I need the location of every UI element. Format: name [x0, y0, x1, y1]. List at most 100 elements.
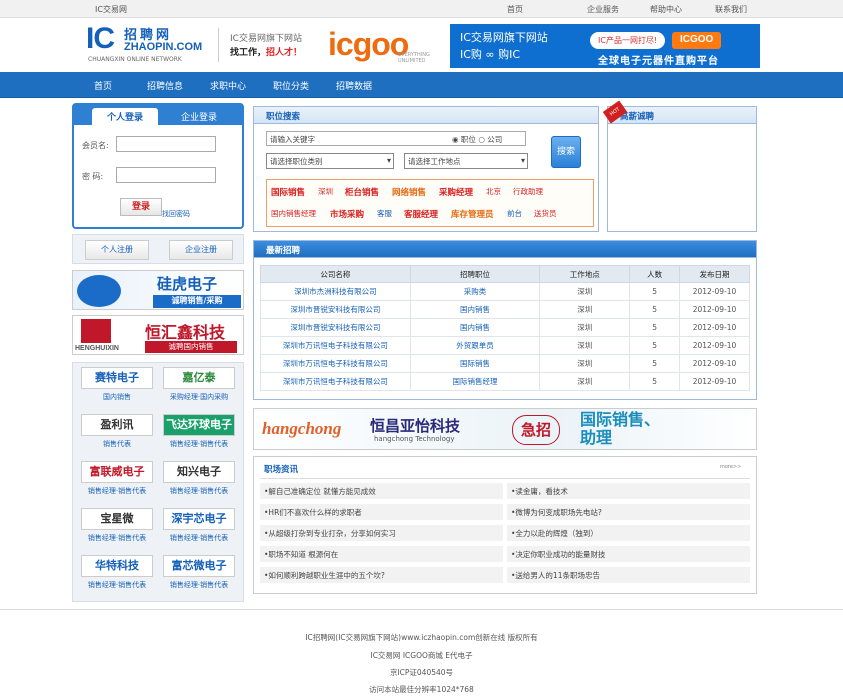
hot-keyword[interactable]: 送货员 — [534, 208, 557, 219]
company-logo-positions[interactable]: 采购经理·国内采购 — [163, 392, 235, 402]
news-item[interactable]: •全力以赴的辉煌（独到） — [507, 525, 750, 541]
personal-register-button[interactable]: 个人注册 — [85, 240, 149, 260]
job-position[interactable]: 国内销售 — [409, 300, 541, 319]
top-link-help[interactable]: 帮助中心 — [650, 4, 682, 15]
nav-data[interactable]: 招聘数据 — [336, 79, 372, 92]
site-home-link[interactable]: IC交易网 — [95, 4, 127, 15]
news-item[interactable]: •读金庸，看技术 — [507, 483, 750, 499]
company-logo-positions[interactable]: 销售经理·销售代表 — [163, 439, 235, 449]
location-select[interactable]: 请选择工作地点 — [404, 153, 528, 169]
radio-company[interactable]: ○ 公司 — [478, 135, 502, 144]
logo-subtitle: CHUANGXIN ONLINE NETWORK — [88, 56, 182, 63]
icgoo-wordmark: icgoo EVERYTHING UNLIMITED — [320, 24, 450, 68]
company-logo-positions[interactable]: 销售经理·销售代表 — [81, 533, 153, 543]
company-logo-positions[interactable]: 销售经理·销售代表 — [81, 580, 153, 590]
company-logo-1[interactable]: 嘉亿泰 采购经理·国内采购 — [163, 367, 235, 407]
company-logo-4[interactable]: 富联威电子 销售经理·销售代表 — [81, 461, 153, 501]
radio-job[interactable]: ◉ 职位 — [452, 135, 476, 144]
news-item[interactable]: •决定你职业成功的能量财技 — [507, 546, 750, 562]
company-logo-positions[interactable]: 销售经理·销售代表 — [163, 486, 235, 496]
hot-keyword[interactable]: 北京 — [486, 186, 501, 197]
nav-home[interactable]: 首页 — [94, 79, 112, 92]
search-type-radio[interactable]: ◉ 职位 ○ 公司 — [452, 134, 502, 145]
company-logo-positions[interactable]: 销售经理·销售代表 — [81, 486, 153, 496]
hot-keyword[interactable]: 客服 — [377, 208, 392, 219]
company-logo-positions[interactable]: 销售代表 — [81, 439, 153, 449]
company-logo-positions[interactable]: 国内销售 — [81, 392, 153, 402]
hot-keyword[interactable]: 市场采购 — [330, 208, 364, 220]
news-divider — [260, 478, 750, 479]
news-item[interactable]: •如何顺利跨越职业生涯中的五个坎? — [260, 567, 503, 583]
job-company[interactable]: 深圳市杰洲科技有限公司 — [260, 282, 411, 301]
username-input[interactable] — [116, 136, 216, 152]
hot-keyword[interactable]: 柜台销售 — [345, 186, 379, 198]
nav-job-center[interactable]: 求职中心 — [210, 79, 246, 92]
login-button[interactable]: 登录 — [120, 198, 162, 216]
top-link-home[interactable]: 首页 — [507, 4, 523, 15]
logo-ic[interactable]: IC — [86, 22, 115, 56]
company-register-button[interactable]: 企业注册 — [169, 240, 233, 260]
hot-keyword[interactable]: 网络销售 — [392, 186, 426, 198]
job-position[interactable]: 采购类 — [409, 282, 541, 301]
hot-keyword[interactable]: 前台 — [507, 208, 522, 219]
search-button[interactable]: 搜索 — [551, 136, 581, 168]
hot-keyword[interactable]: 客服经理 — [404, 208, 438, 220]
job-position[interactable]: 国际销售经理 — [409, 372, 541, 391]
job-company[interactable]: 深圳市万讯恒电子科技有限公司 — [260, 336, 411, 355]
forgot-password-link[interactable]: 找回密码 — [162, 209, 190, 219]
hot-keyword[interactable]: 采购经理 — [439, 186, 473, 198]
company-logo-0[interactable]: 赛特电子 国内销售 — [81, 367, 153, 407]
hangchong-ad[interactable]: hangchong 恒昌亚怡科技 hangchong Technology 急招… — [253, 408, 757, 450]
table-row: 深圳市万讯恒电子科技有限公司 国际销售经理 深圳 5 2012-09-10 — [260, 372, 750, 391]
news-item[interactable]: •职场不知道 根源何在 — [260, 546, 503, 562]
icgoo-wordmark-text: icgoo — [328, 26, 409, 62]
news-more-link[interactable]: more>> — [720, 464, 741, 470]
company-logo-name: 华特科技 — [81, 555, 153, 577]
nav-jobs-info[interactable]: 招聘信息 — [147, 79, 183, 92]
news-item[interactable]: •从超级打杂到专业打杂，分享如何实习 — [260, 525, 503, 541]
hot-keyword[interactable]: 行政助理 — [513, 186, 543, 197]
password-input[interactable] — [116, 167, 216, 183]
job-position[interactable]: 外贸跟单员 — [409, 336, 541, 355]
company-logo-7[interactable]: 深宇芯电子 销售经理·销售代表 — [163, 508, 235, 548]
top-link-services[interactable]: 企业服务 — [587, 4, 619, 15]
company-logo-2[interactable]: 盈利讯 销售代表 — [81, 414, 153, 454]
hhx-logo-icon — [81, 319, 111, 343]
hot-keyword[interactable]: 深圳 — [318, 186, 333, 197]
category-select[interactable]: 请选择职位类别 — [266, 153, 394, 169]
job-location: 深圳 — [539, 300, 631, 319]
job-position[interactable]: 国际销售 — [409, 354, 541, 373]
tab-company-login[interactable]: 企业登录 — [166, 108, 232, 125]
nav-categories[interactable]: 职位分类 — [273, 79, 309, 92]
job-position[interactable]: 国内销售 — [409, 318, 541, 337]
news-item[interactable]: •解自己准确定位 就懂方能见成效 — [260, 483, 503, 499]
slogan-line1: IC交易网旗下网站 — [230, 34, 302, 44]
company-logo-6[interactable]: 宝星微 销售经理·销售代表 — [81, 508, 153, 548]
company-logo-name: 知兴电子 — [163, 461, 235, 483]
company-logo-8[interactable]: 华特科技销售经理·销售代表 — [81, 555, 153, 595]
banner-guihu[interactable]: 硅虎电子 诚聘销售/采购 — [72, 270, 244, 310]
company-logo-3[interactable]: 飞达环球电子 销售经理·销售代表 — [163, 414, 235, 454]
hot-keyword[interactable]: 国际销售 — [271, 186, 305, 198]
job-company[interactable]: 深圳市万讯恒电子科技有限公司 — [260, 372, 411, 391]
news-item[interactable]: •微博为何变成职场先电站? — [507, 504, 750, 520]
top-link-contact[interactable]: 联系我们 — [715, 4, 747, 15]
footer-links[interactable]: IC交易网 ICGOO商城 E代电子 — [0, 650, 843, 661]
icgoo-banner[interactable]: icgoo EVERYTHING UNLIMITED IC交易网旗下网站 IC购… — [320, 24, 760, 68]
icgoo-text-2: IC购 ∞ 购IC — [460, 48, 521, 61]
job-company[interactable]: 深圳市晋锐安科技有限公司 — [260, 318, 411, 337]
company-logo-9[interactable]: 富芯微电子 销售经理·销售代表 — [163, 555, 235, 595]
company-logo-positions[interactable]: 销售经理·销售代表 — [163, 533, 235, 543]
news-item[interactable]: •送给男人的11条职场忠告 — [507, 567, 750, 583]
jobs-col-header: 公司名称 — [260, 265, 411, 283]
company-logo-5[interactable]: 知兴电子销售经理·销售代表 — [163, 461, 235, 501]
news-item[interactable]: •HR们不喜欢什么样的求职者 — [260, 504, 503, 520]
hot-keyword[interactable]: 库存管理员 — [451, 208, 494, 220]
job-company[interactable]: 深圳市万讯恒电子科技有限公司 — [260, 354, 411, 373]
tab-personal-login[interactable]: 个人登录 — [92, 108, 158, 125]
hot-keyword[interactable]: 国内销售经理 — [271, 208, 316, 219]
banner-henghuixin[interactable]: HENGHUIXIN 恒汇鑫科技 诚聘国内销售 — [72, 315, 244, 355]
company-logo-positions[interactable]: 销售经理·销售代表 — [163, 580, 235, 590]
job-company[interactable]: 深圳市晋锐安科技有限公司 — [260, 300, 411, 319]
icgoo-pill-brand: ICGOO — [672, 32, 722, 49]
